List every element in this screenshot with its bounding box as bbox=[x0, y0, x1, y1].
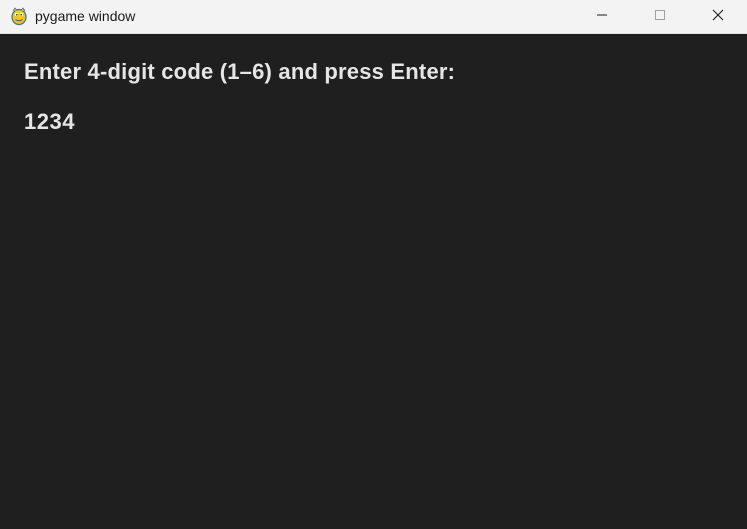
minimize-button[interactable] bbox=[573, 0, 631, 33]
maximize-icon bbox=[654, 8, 666, 26]
minimize-icon bbox=[596, 8, 608, 26]
close-icon bbox=[712, 8, 724, 26]
code-prompt: Enter 4-digit code (1–6) and press Enter… bbox=[24, 59, 456, 84]
title-bar[interactable]: pygame window bbox=[0, 0, 747, 34]
code-input-display: 1234 bbox=[24, 109, 75, 134]
pygame-snake-icon bbox=[9, 6, 29, 26]
close-button[interactable] bbox=[689, 0, 747, 33]
app-window: pygame window Enter 4-digit code (1–6) a… bbox=[0, 0, 747, 529]
window-title: pygame window bbox=[35, 8, 136, 24]
game-canvas[interactable]: Enter 4-digit code (1–6) and press Enter… bbox=[0, 34, 747, 529]
maximize-button[interactable] bbox=[631, 0, 689, 33]
